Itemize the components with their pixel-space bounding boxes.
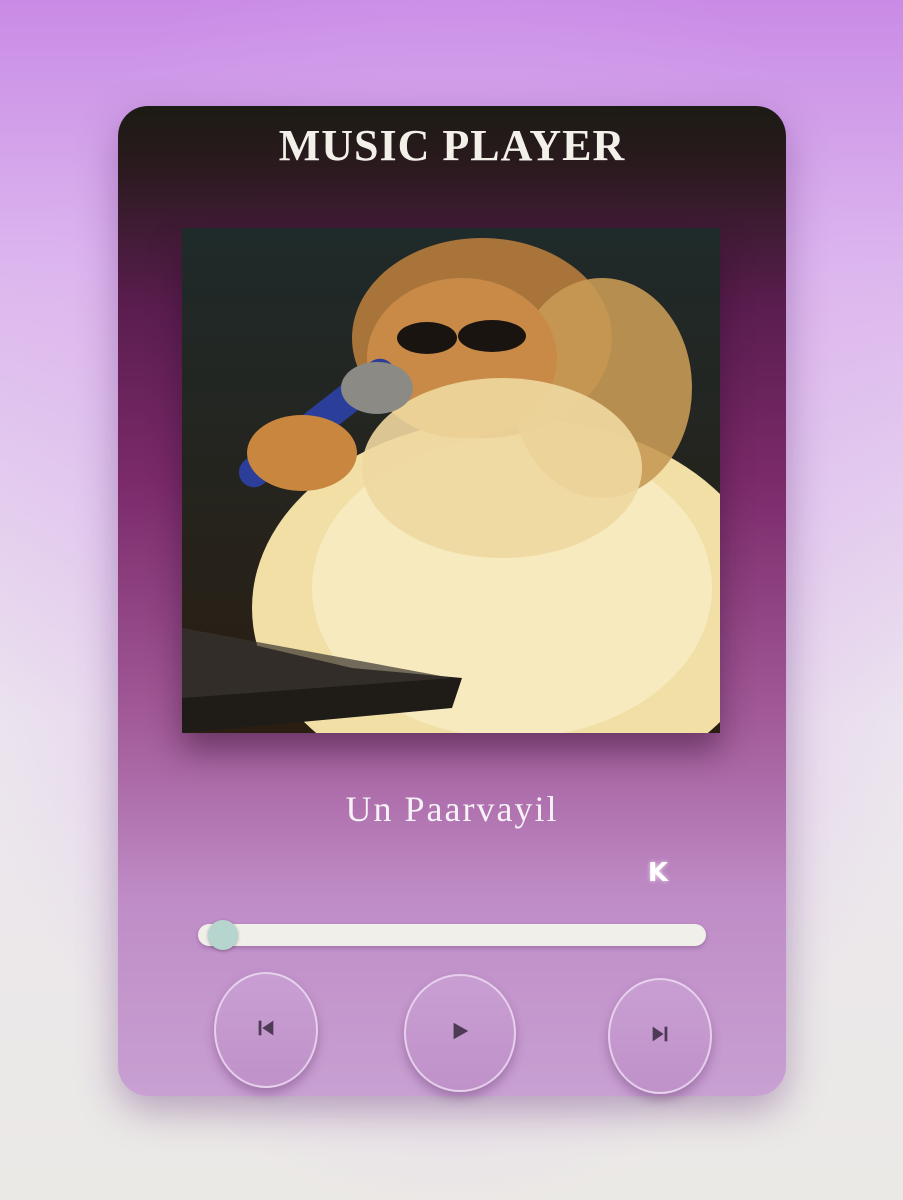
skip-previous-icon (255, 1017, 277, 1044)
skip-next-icon (649, 1023, 671, 1050)
player-title: MUSIC PLAYER (278, 121, 626, 170)
play-icon (449, 1020, 471, 1047)
music-player-card: MUSIC PLAYER Un Paarvayil K (118, 106, 786, 1096)
next-button[interactable] (608, 978, 712, 1094)
seek-slider[interactable] (198, 920, 706, 950)
time-readout: K (647, 858, 668, 888)
seek-slider-thumb[interactable] (207, 920, 238, 950)
play-button[interactable] (404, 974, 516, 1092)
album-cover-image (182, 228, 720, 733)
previous-button[interactable] (214, 972, 318, 1088)
song-title: Un Paarvayil (345, 789, 559, 829)
